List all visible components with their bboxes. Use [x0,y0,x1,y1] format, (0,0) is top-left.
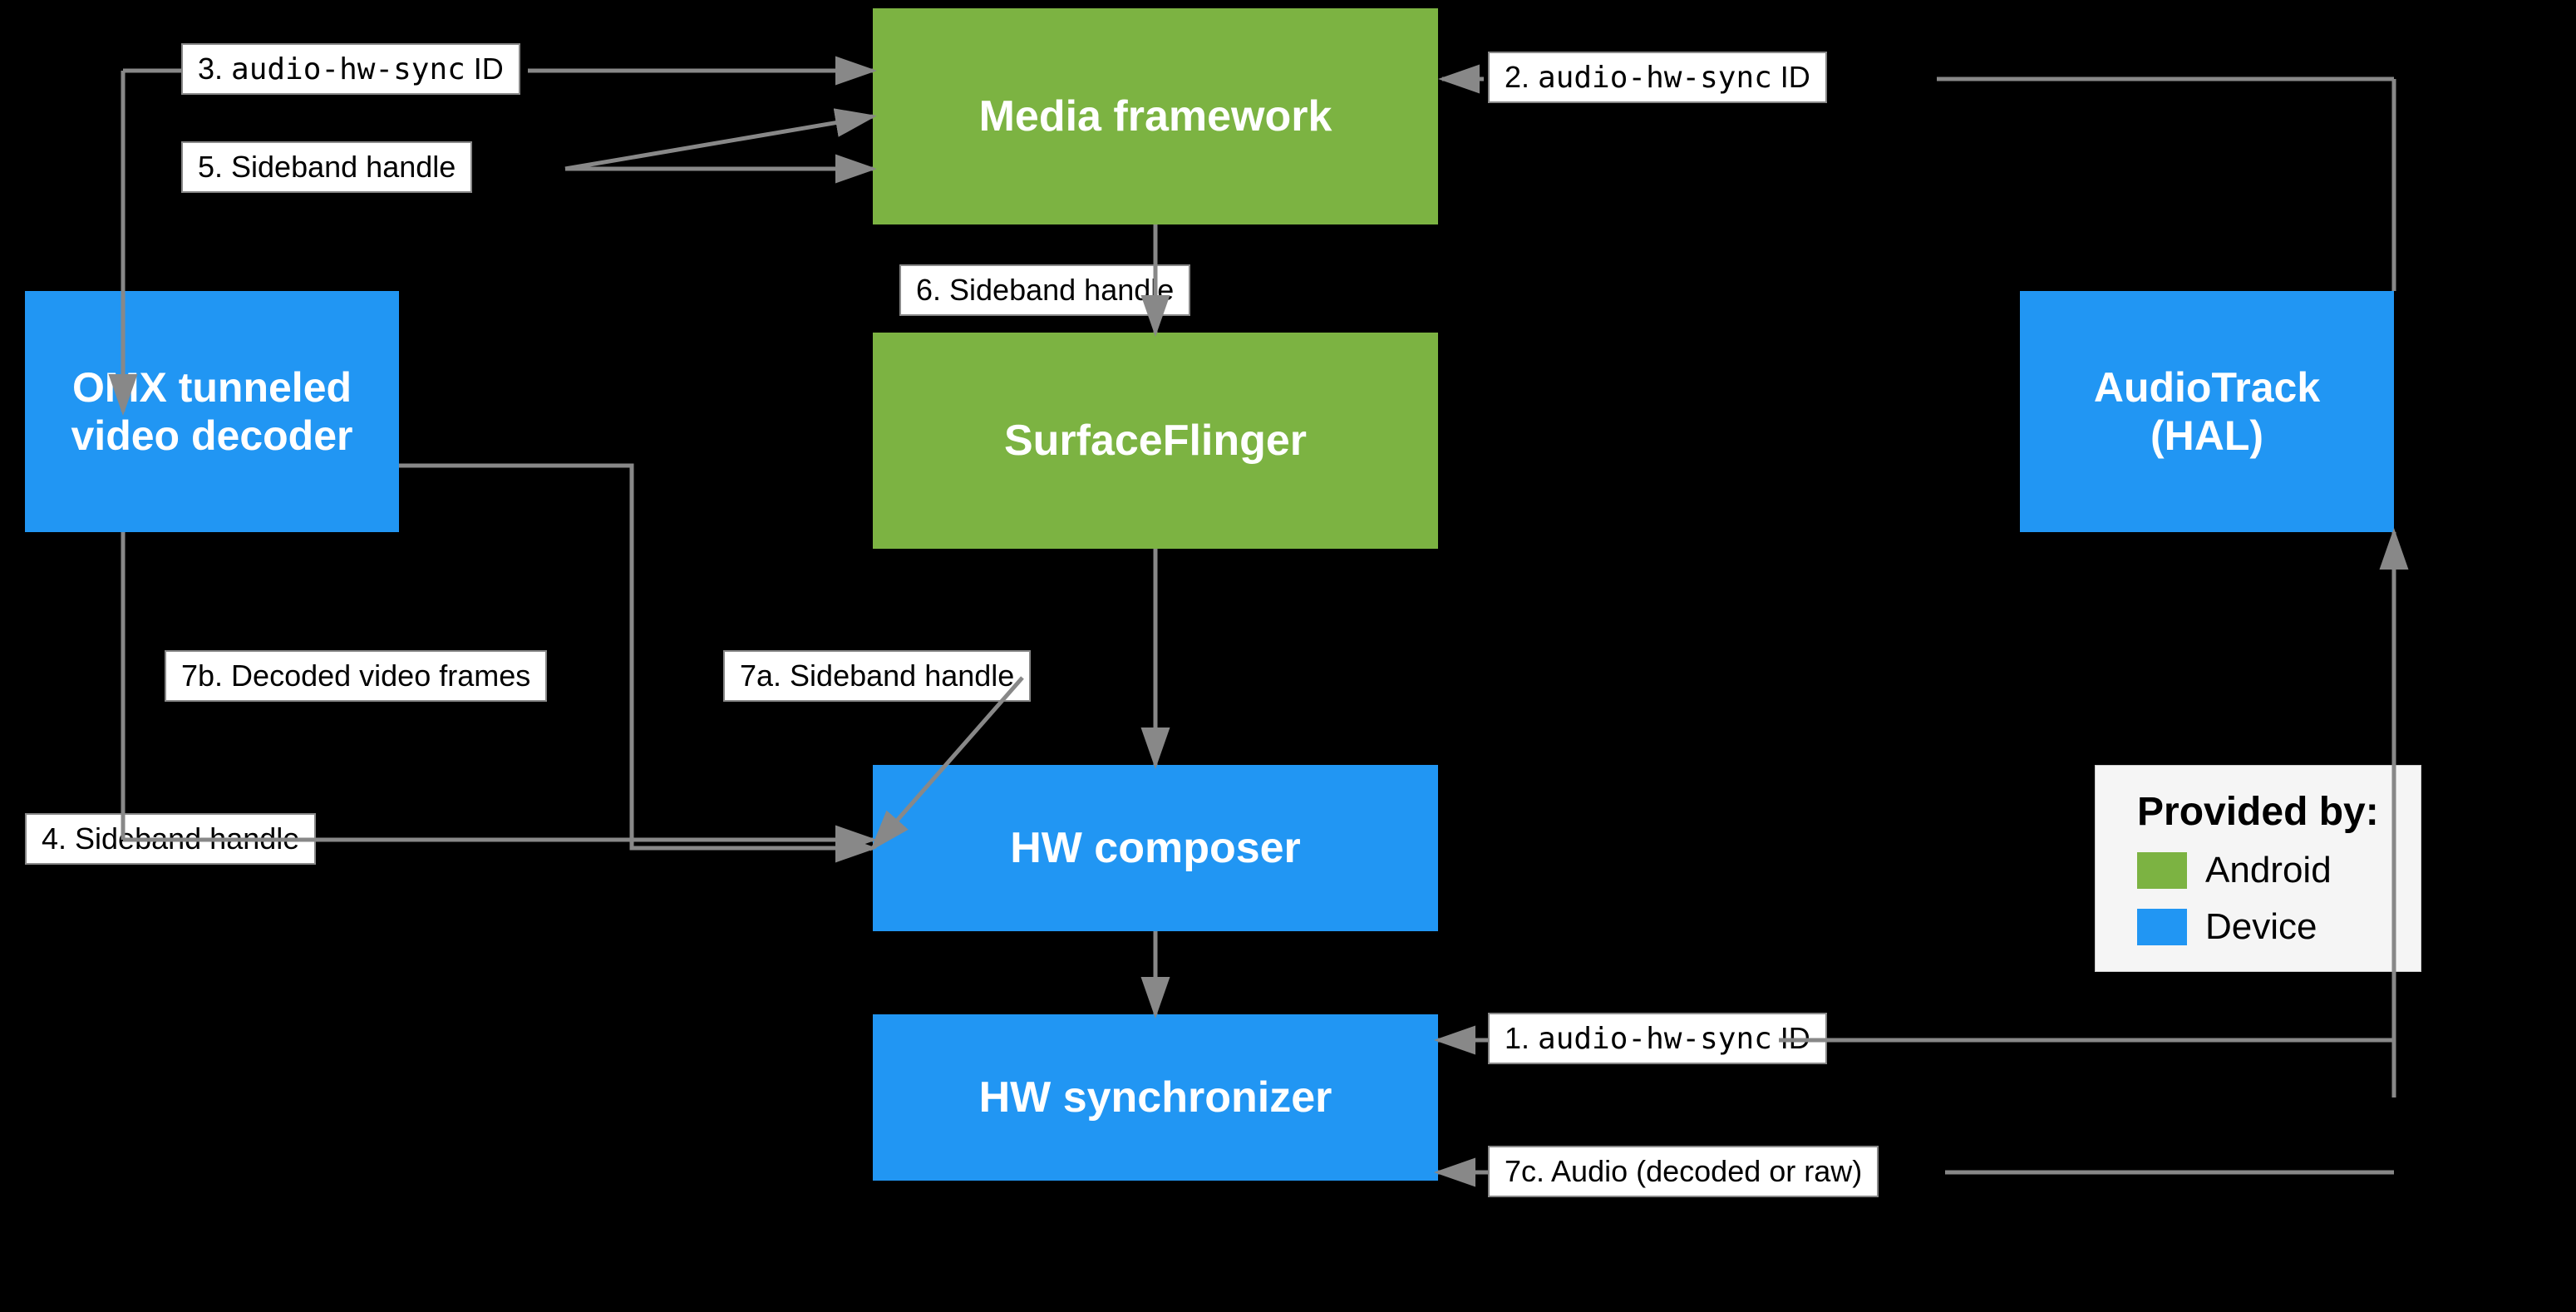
legend-device-label: Device [2205,906,2317,948]
media-framework-label: Media framework [979,91,1332,141]
audio-track-label: AudioTrack(HAL) [2094,363,2320,460]
label-4-sideband: 4. Sideband handle [25,813,316,865]
label-3-audio-hw-sync: 3. audio-hw-sync ID [181,43,520,95]
label-1-audio-hw-sync: 1. audio-hw-sync ID [1488,1013,1827,1064]
legend-device-color [2137,909,2187,945]
label-7c-audio: 7c. Audio (decoded or raw) [1488,1146,1879,1197]
label-7a-sideband: 7a. Sideband handle [723,650,1031,702]
hw-composer-label: HW composer [1010,823,1301,873]
surface-flinger-label: SurfaceFlinger [1004,416,1307,466]
omx-decoder-label: OMX tunneledvideo decoder [71,363,353,460]
label-5-sideband: 5. Sideband handle [181,141,472,193]
legend-android-color [2137,852,2187,889]
legend-device: Device [2137,906,2379,948]
hw-composer-block: HW composer [873,765,1438,931]
label-2-audio-hw-sync: 2. audio-hw-sync ID [1488,52,1827,103]
media-framework-block: Media framework [873,8,1438,224]
hw-synchronizer-block: HW synchronizer [873,1014,1438,1181]
label-6-sideband: 6. Sideband handle [899,264,1190,316]
label-7b-decoded: 7b. Decoded video frames [165,650,547,702]
legend-box: Provided by: Android Device [2095,765,2421,972]
legend-android: Android [2137,850,2379,891]
legend-title: Provided by: [2137,789,2379,835]
hw-synchronizer-label: HW synchronizer [979,1073,1332,1122]
audio-track-block: AudioTrack(HAL) [2020,291,2394,532]
surface-flinger-block: SurfaceFlinger [873,333,1438,549]
legend-android-label: Android [2205,850,2332,891]
omx-decoder-block: OMX tunneledvideo decoder [25,291,399,532]
